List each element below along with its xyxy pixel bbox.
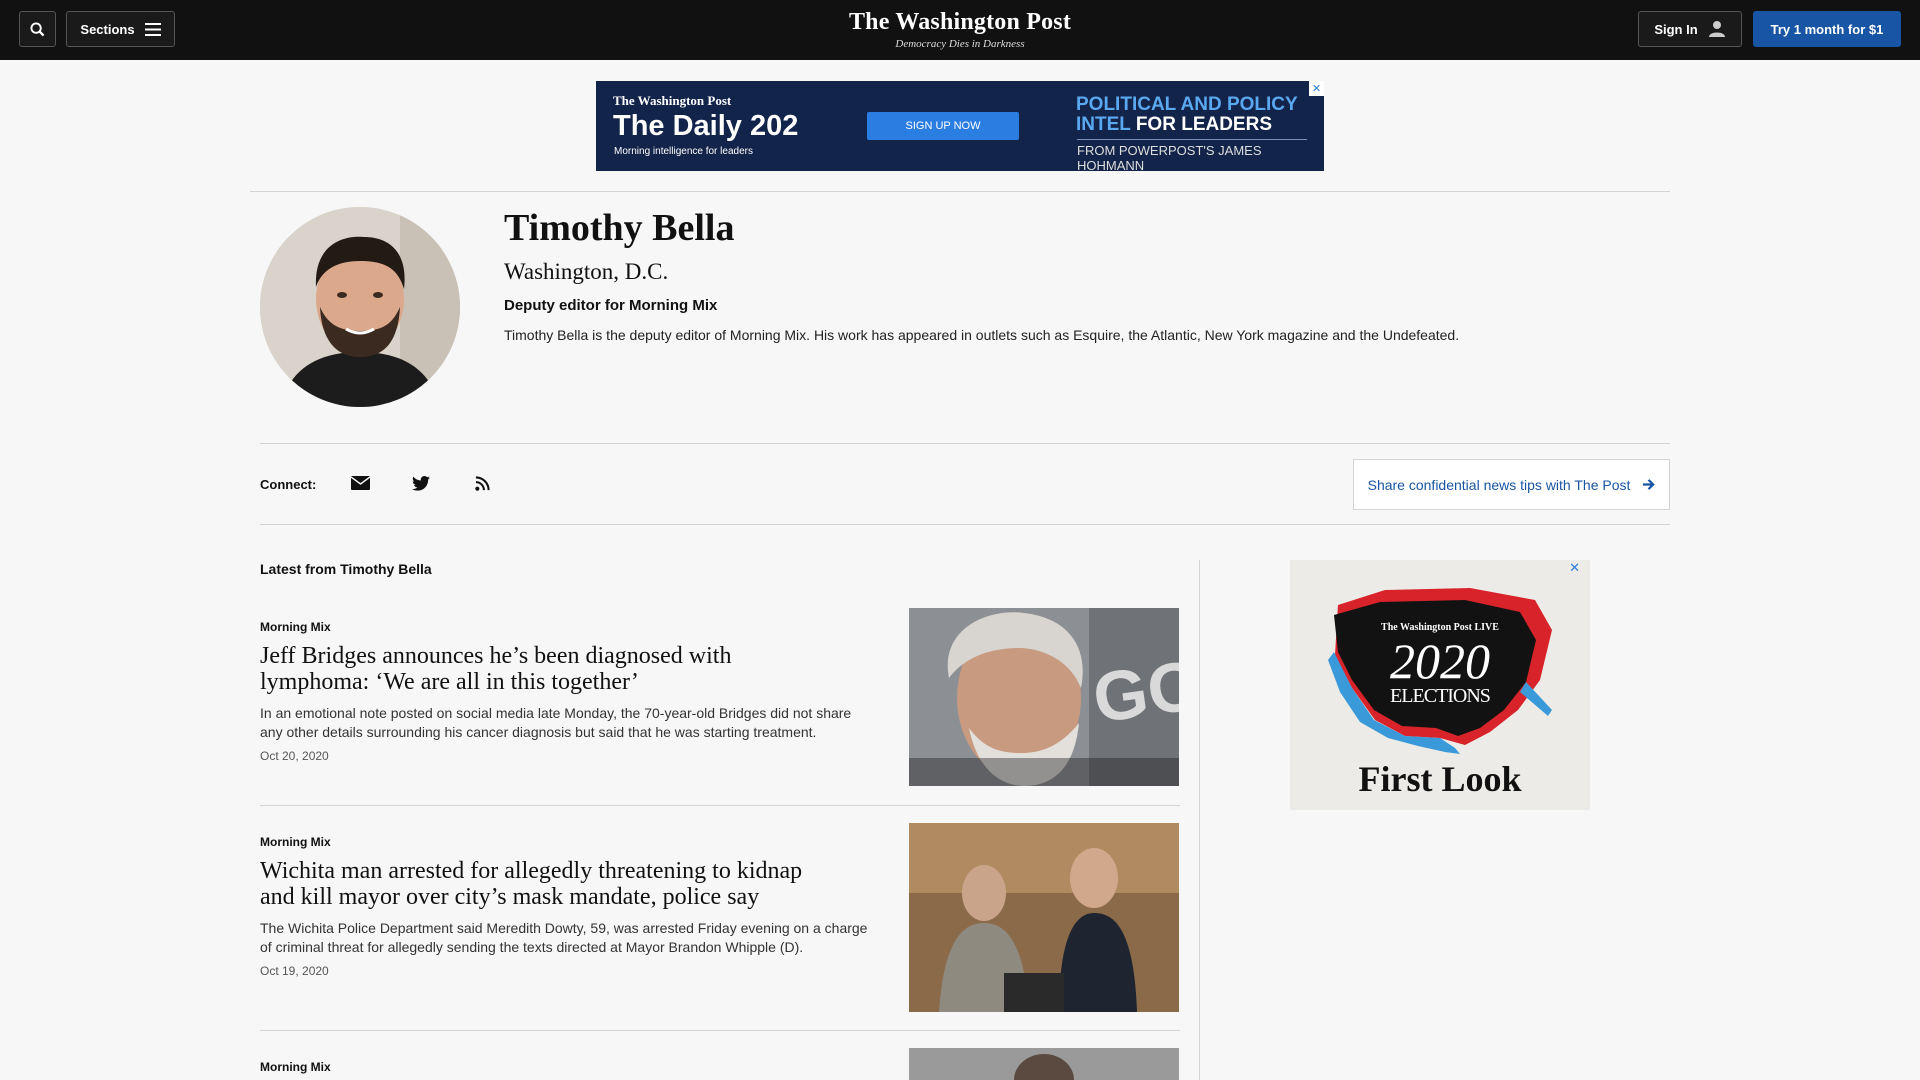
article-item: Morning Mix Wichita man arrested for all… bbox=[260, 823, 1180, 1030]
ad-headline-white: FOR LEADERS bbox=[1130, 114, 1272, 135]
side-ad-title: First Look bbox=[1358, 759, 1522, 799]
side-ad[interactable]: The Washington Post LIVE 2020 ELECTIONS … bbox=[1290, 560, 1590, 810]
divider bbox=[250, 191, 1670, 192]
divider bbox=[260, 805, 1180, 806]
side-ad-year: 2020 bbox=[1390, 633, 1490, 689]
article-kicker[interactable]: Morning Mix bbox=[260, 1060, 331, 1074]
ad-title: The Daily 202 bbox=[613, 110, 799, 142]
column-divider bbox=[1199, 560, 1200, 1080]
side-ad-label: ELECTIONS bbox=[1390, 685, 1491, 707]
sign-in-button[interactable]: Sign In bbox=[1638, 11, 1742, 47]
ad-headline: POLITICAL AND POLICY INTEL FOR LEADERS bbox=[1076, 95, 1316, 135]
logo-title: The Washington Post bbox=[848, 9, 1072, 35]
ad-divider bbox=[1077, 139, 1307, 140]
article-date: Oct 20, 2020 bbox=[260, 749, 329, 763]
article-thumbnail[interactable] bbox=[909, 1048, 1179, 1080]
banner-ad[interactable]: The Washington Post The Daily 202 Mornin… bbox=[596, 81, 1324, 173]
divider bbox=[260, 443, 1670, 444]
connect-label: Connect: bbox=[260, 477, 317, 492]
divider bbox=[260, 524, 1670, 525]
news-tips-label: Share confidential news tips with The Po… bbox=[1367, 476, 1631, 493]
article-thumbnail[interactable]: GOL bbox=[909, 608, 1179, 786]
ad-close-icon[interactable]: ✕ bbox=[1309, 81, 1324, 96]
article-item: Morning Mix Jeff Bridges announces he’s … bbox=[260, 608, 1180, 806]
top-nav: Sections The Washington Post Democracy D… bbox=[0, 0, 1920, 60]
author-bio: Timothy Bella is the deputy editor of Mo… bbox=[504, 327, 1460, 343]
arrow-right-icon bbox=[1643, 479, 1656, 490]
article-date: Oct 19, 2020 bbox=[260, 964, 329, 978]
ad-brand: The Washington Post bbox=[613, 93, 732, 108]
article-kicker[interactable]: Morning Mix bbox=[260, 835, 331, 849]
site-logo[interactable]: The Washington Post Democracy Dies in Da… bbox=[0, 9, 1920, 50]
author-name: Timothy Bella bbox=[504, 207, 735, 249]
divider bbox=[260, 1030, 1180, 1031]
trial-subscribe-button[interactable]: Try 1 month for $1 bbox=[1753, 11, 1901, 47]
latest-heading: Latest from Timothy Bella bbox=[260, 561, 432, 577]
article-blurb: In an emotional note posted on social me… bbox=[260, 705, 852, 740]
article-headline[interactable]: Jeff Bridges announces he’s been diagnos… bbox=[260, 643, 820, 695]
twitter-icon[interactable] bbox=[410, 473, 432, 493]
ad-signup-button[interactable]: SIGN UP NOW bbox=[867, 112, 1019, 140]
email-icon[interactable] bbox=[349, 473, 371, 493]
author-location: Washington, D.C. bbox=[504, 259, 669, 284]
article-headline[interactable]: Wichita man arrested for allegedly threa… bbox=[260, 858, 820, 910]
news-tips-button[interactable]: Share confidential news tips with The Po… bbox=[1353, 459, 1670, 510]
article-blurb: The Wichita Police Department said Mered… bbox=[260, 920, 868, 955]
article-item: Morning Mix bbox=[260, 1048, 1180, 1080]
ad-byline: FROM POWERPOST'S JAMES HOHMANN bbox=[1077, 143, 1262, 173]
side-ad-close-icon[interactable]: ✕ bbox=[1569, 560, 1580, 576]
author-role: Deputy editor for Morning Mix bbox=[504, 297, 718, 314]
ad-subtitle: Morning intelligence for leaders bbox=[614, 146, 753, 157]
logo-tagline: Democracy Dies in Darkness bbox=[895, 38, 1025, 50]
article-kicker[interactable]: Morning Mix bbox=[260, 620, 331, 634]
article-thumbnail[interactable] bbox=[909, 823, 1179, 1012]
author-avatar bbox=[260, 207, 460, 407]
rss-icon[interactable] bbox=[471, 473, 493, 493]
user-icon bbox=[1708, 21, 1725, 37]
sign-in-label: Sign In bbox=[1654, 21, 1698, 37]
